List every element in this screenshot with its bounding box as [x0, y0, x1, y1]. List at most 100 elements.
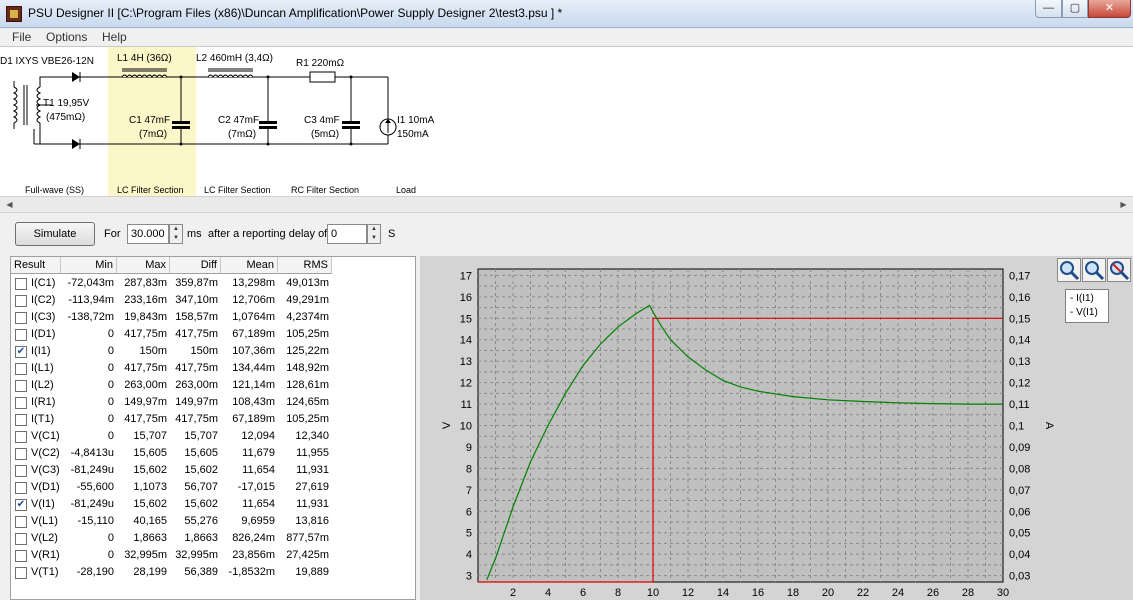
table-row[interactable]: I(L1) 0 417,75m 417,75m 134,44m 148,92m: [11, 360, 415, 377]
minimize-button[interactable]: —: [1035, 0, 1062, 18]
header-min[interactable]: Min: [61, 257, 117, 274]
table-row[interactable]: V(C3) -81,249u 15,602 15,602 11,654 11,931: [11, 462, 415, 479]
label-r1[interactable]: R1 220mΩ: [296, 58, 344, 69]
menu-options[interactable]: Options: [46, 30, 87, 44]
duration-spinner[interactable]: ▲ ▼: [169, 224, 183, 244]
menu-help[interactable]: Help: [102, 30, 127, 44]
table-row[interactable]: I(C3) -138,72m 19,843m 158,57m 1,0764m 4,2374…: [11, 309, 415, 326]
result-checkbox[interactable]: [15, 431, 27, 443]
header-diff[interactable]: Diff: [170, 257, 221, 274]
label-c3[interactable]: C3 4mF: [304, 115, 340, 126]
section-rc-filter[interactable]: RC Filter Section: [291, 185, 359, 195]
table-row[interactable]: I(R1) 0 149,97m 149,97m 108,43m 124,65m: [11, 394, 415, 411]
label-c2[interactable]: C2 47mF: [218, 115, 259, 126]
section-lc-filter-2[interactable]: LC Filter Section: [204, 185, 271, 195]
schematic-panel: D1 IXYS VBE26-12N T1 19,95V (475mΩ) L1 4…: [0, 46, 1133, 196]
label-d1[interactable]: D1 IXYS VBE26-12N: [0, 56, 94, 67]
label-i1[interactable]: I1 10mA: [397, 115, 434, 126]
result-checkbox[interactable]: [15, 397, 27, 409]
cell-mean: 12,094: [241, 430, 275, 442]
table-row[interactable]: ✔ V(I1) -81,249u 15,602 15,602 11,654 11,931: [11, 496, 415, 513]
maximize-button[interactable]: ▢: [1062, 0, 1088, 18]
y-right-tick-label: 0,07: [1009, 485, 1030, 497]
result-checkbox[interactable]: [15, 516, 27, 528]
table-row[interactable]: V(R1) 0 32,995m 32,995m 23,856m 27,425m: [11, 547, 415, 564]
label-l2[interactable]: L2 460mH (3,4Ω): [196, 53, 273, 64]
result-checkbox[interactable]: [15, 278, 27, 290]
result-checkbox[interactable]: ✔: [15, 499, 27, 511]
table-row[interactable]: V(C1) 0 15,707 15,707 12,094 12,340: [11, 428, 415, 445]
table-row[interactable]: I(C2) -113,94m 233,16m 347,10m 12,706m 49,291…: [11, 292, 415, 309]
cell-diff: 56,389: [184, 566, 218, 578]
close-button[interactable]: ✕: [1088, 0, 1131, 18]
y-left-tick-label: 5: [466, 528, 472, 540]
result-checkbox[interactable]: [15, 414, 27, 426]
header-mean[interactable]: Mean: [221, 257, 278, 274]
x-tick-label: 20: [822, 587, 834, 599]
spin-up-icon[interactable]: ▲: [368, 225, 380, 234]
scroll-right-icon[interactable]: ▶: [1116, 198, 1131, 212]
table-row[interactable]: V(L1) -15,110 40,165 55,276 9,6959 13,816: [11, 513, 415, 530]
cell-rms: 148,92m: [286, 362, 329, 374]
result-checkbox[interactable]: [15, 482, 27, 494]
table-row[interactable]: I(L2) 0 263,00m 263,00m 121,14m 128,61m: [11, 377, 415, 394]
result-checkbox[interactable]: [15, 533, 27, 545]
simulate-button[interactable]: Simulate: [15, 222, 95, 246]
cell-mean: -17,015: [237, 481, 275, 493]
result-checkbox[interactable]: [15, 567, 27, 579]
y-left-tick-label: 12: [460, 378, 472, 390]
zoom-in-icon[interactable]: [1057, 258, 1081, 282]
result-checkbox[interactable]: [15, 363, 27, 375]
x-tick-label: 28: [962, 587, 974, 599]
s-label: S: [388, 228, 396, 240]
table-row[interactable]: V(L2) 0 1,8663 1,8663 826,24m 877,57m: [11, 530, 415, 547]
cell-min: -81,249u: [70, 498, 114, 510]
result-name: V(L2): [31, 532, 58, 544]
spin-down-icon[interactable]: ▼: [368, 234, 380, 243]
result-checkbox[interactable]: [15, 295, 27, 307]
table-row[interactable]: I(C1) -72,043m 287,83m 359,87m 13,298m 49,013…: [11, 275, 415, 292]
table-row[interactable]: V(T1) -28,190 28,199 56,389 -1,8532m 19,889: [11, 564, 415, 581]
zoom-reset-icon[interactable]: [1107, 258, 1131, 282]
header-max[interactable]: Max: [117, 257, 170, 274]
result-checkbox[interactable]: [15, 312, 27, 324]
table-row[interactable]: V(C2) -4,8413u 15,605 15,605 11,679 11,955: [11, 445, 415, 462]
x-tick-label: 18: [787, 587, 799, 599]
delay-spinner[interactable]: ▲ ▼: [367, 224, 381, 244]
result-checkbox[interactable]: ✔: [15, 346, 27, 358]
result-checkbox[interactable]: [15, 465, 27, 477]
result-checkbox[interactable]: [15, 550, 27, 562]
header-rms[interactable]: RMS: [278, 257, 332, 274]
zoom-out-icon[interactable]: [1082, 258, 1106, 282]
result-name: I(R1): [31, 396, 56, 408]
result-checkbox[interactable]: [15, 448, 27, 460]
voltage-current-chart[interactable]: 2 4 6 8 10 12 14 16 18 20 22 24 26 28 3034567891011121…: [420, 256, 1133, 600]
cell-max: 233,16m: [124, 294, 167, 306]
header-result[interactable]: Result: [11, 257, 61, 274]
cell-diff: 15,707: [184, 430, 218, 442]
spin-up-icon[interactable]: ▲: [170, 225, 182, 234]
x-tick-label: 2: [510, 587, 516, 599]
result-checkbox[interactable]: [15, 380, 27, 392]
result-checkbox[interactable]: [15, 329, 27, 341]
menu-file[interactable]: File: [12, 30, 31, 44]
section-lc-filter-1[interactable]: LC Filter Section: [117, 185, 184, 195]
delay-input[interactable]: [327, 224, 367, 244]
table-row[interactable]: V(D1) -55,600 1,1073 56,707 -17,015 27,619: [11, 479, 415, 496]
duration-input[interactable]: [127, 224, 169, 244]
cell-min: 0: [107, 328, 114, 340]
label-t1[interactable]: T1 19,95V: [43, 98, 89, 109]
table-row[interactable]: I(T1) 0 417,75m 417,75m 67,189m 105,25m: [11, 411, 415, 428]
cell-mean: 1,0764m: [232, 311, 275, 323]
section-load[interactable]: Load: [396, 185, 416, 195]
schematic-scrollbar[interactable]: ◀ ▶: [0, 196, 1133, 213]
label-c1-resistance: (7mΩ): [139, 129, 168, 140]
scroll-left-icon[interactable]: ◀: [2, 198, 17, 212]
result-name: I(I1): [31, 345, 51, 357]
section-fullwave[interactable]: Full-wave (SS): [25, 185, 84, 195]
table-row[interactable]: ✔ I(I1) 0 150m 150m 107,36m 125,22m: [11, 343, 415, 360]
label-l1[interactable]: L1 4H (36Ω): [117, 53, 172, 64]
table-row[interactable]: I(D1) 0 417,75m 417,75m 67,189m 105,25m: [11, 326, 415, 343]
label-c1[interactable]: C1 47mF: [129, 115, 170, 126]
spin-down-icon[interactable]: ▼: [170, 234, 182, 243]
